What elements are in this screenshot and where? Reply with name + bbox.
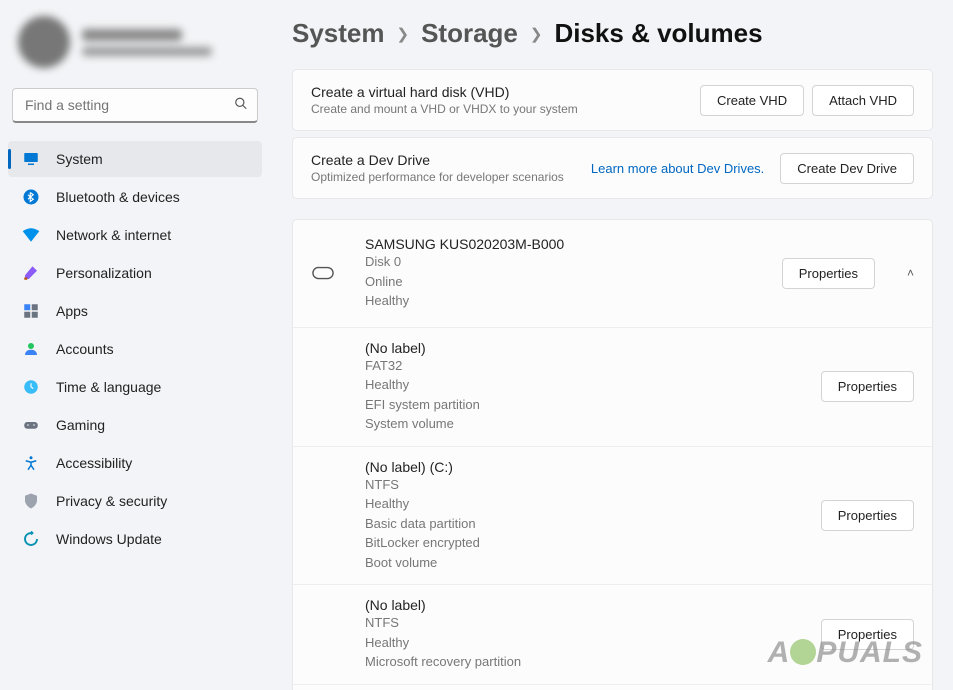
accessibility-icon xyxy=(22,454,40,472)
sidebar-item-privacy[interactable]: Privacy & security xyxy=(8,483,262,519)
nav-list: System Bluetooth & devices Network & int… xyxy=(8,135,262,557)
sidebar-item-apps[interactable]: Apps xyxy=(8,293,262,329)
sidebar-item-network[interactable]: Network & internet xyxy=(8,217,262,253)
volume-row: (No label) NTFS Healthy Microsoft recove… xyxy=(293,585,932,685)
disk-header[interactable]: SAMSUNG KUS020203M-B000 Disk 0 Online He… xyxy=(293,220,932,328)
volume-row: (No label) FAT32 Healthy EFI system part… xyxy=(293,328,932,447)
gaming-icon xyxy=(22,416,40,434)
disk-icon xyxy=(311,266,335,280)
disk-section: SAMSUNG KUS020203M-B000 Disk 0 Online He… xyxy=(292,219,933,690)
profile-email xyxy=(82,47,212,56)
profile-header[interactable] xyxy=(8,10,262,88)
nav-label: System xyxy=(56,151,103,167)
breadcrumb-system[interactable]: System xyxy=(292,18,385,49)
volume-properties-button[interactable]: Properties xyxy=(821,500,914,531)
apps-icon xyxy=(22,302,40,320)
volume-properties-button[interactable]: Properties xyxy=(821,371,914,402)
dev-sub: Optimized performance for developer scen… xyxy=(311,170,579,184)
create-dev-drive-button[interactable]: Create Dev Drive xyxy=(780,153,914,184)
bluetooth-icon xyxy=(22,188,40,206)
breadcrumb-storage[interactable]: Storage xyxy=(421,18,518,49)
volume-meta: NTFS Healthy Basic data partition BitLoc… xyxy=(365,475,803,573)
wifi-icon xyxy=(22,226,40,244)
nav-label: Time & language xyxy=(56,379,161,395)
system-icon xyxy=(22,150,40,168)
sidebar-item-accessibility[interactable]: Accessibility xyxy=(8,445,262,481)
nav-label: Personalization xyxy=(56,265,152,281)
sidebar-item-gaming[interactable]: Gaming xyxy=(8,407,262,443)
breadcrumb: System ❯ Storage ❯ Disks & volumes xyxy=(292,18,933,49)
chevron-right-icon: ❯ xyxy=(397,25,410,43)
nav-label: Network & internet xyxy=(56,227,171,243)
account-icon xyxy=(22,340,40,358)
nav-label: Windows Update xyxy=(56,531,162,547)
vhd-title: Create a virtual hard disk (VHD) xyxy=(311,84,688,100)
volume-meta: NTFS Healthy Microsoft recovery partitio… xyxy=(365,613,803,672)
vhd-card: Create a virtual hard disk (VHD) Create … xyxy=(292,69,933,131)
volume-row: Windows RE tools NTFS Properties xyxy=(293,685,932,690)
sidebar-item-system[interactable]: System xyxy=(8,141,262,177)
nav-label: Apps xyxy=(56,303,88,319)
vhd-sub: Create and mount a VHD or VHDX to your s… xyxy=(311,102,688,116)
disk-meta: Disk 0 Online Healthy xyxy=(365,252,764,311)
sidebar-item-personalization[interactable]: Personalization xyxy=(8,255,262,291)
time-icon xyxy=(22,378,40,396)
disk-name: SAMSUNG KUS020203M-B000 xyxy=(365,236,764,252)
dev-title: Create a Dev Drive xyxy=(311,152,579,168)
search-input[interactable] xyxy=(12,88,258,123)
search-box xyxy=(12,88,258,123)
dev-drive-learn-link[interactable]: Learn more about Dev Drives. xyxy=(591,161,764,176)
sidebar-item-bluetooth[interactable]: Bluetooth & devices xyxy=(8,179,262,215)
volume-row: (No label) (C:) NTFS Healthy Basic data … xyxy=(293,447,932,586)
volume-name: (No label) xyxy=(365,340,803,356)
sidebar: System Bluetooth & devices Network & int… xyxy=(0,0,270,690)
volume-meta: FAT32 Healthy EFI system partition Syste… xyxy=(365,356,803,434)
disk-properties-button[interactable]: Properties xyxy=(782,258,875,289)
attach-vhd-button[interactable]: Attach VHD xyxy=(812,85,914,116)
shield-icon xyxy=(22,492,40,510)
sidebar-item-accounts[interactable]: Accounts xyxy=(8,331,262,367)
chevron-right-icon: ❯ xyxy=(530,25,543,43)
nav-label: Privacy & security xyxy=(56,493,167,509)
volume-name: (No label) xyxy=(365,597,803,613)
nav-label: Bluetooth & devices xyxy=(56,189,180,205)
profile-name xyxy=(82,29,182,41)
main-content: System ❯ Storage ❯ Disks & volumes Creat… xyxy=(270,0,953,690)
nav-label: Gaming xyxy=(56,417,105,433)
breadcrumb-current: Disks & volumes xyxy=(554,18,762,49)
nav-label: Accessibility xyxy=(56,455,132,471)
volume-properties-button[interactable]: Properties xyxy=(821,619,914,650)
brush-icon xyxy=(22,264,40,282)
dev-drive-card: Create a Dev Drive Optimized performance… xyxy=(292,137,933,199)
chevron-up-icon[interactable]: ˄ xyxy=(907,266,914,280)
sidebar-item-update[interactable]: Windows Update xyxy=(8,521,262,557)
avatar xyxy=(18,16,70,68)
create-vhd-button[interactable]: Create VHD xyxy=(700,85,804,116)
volume-name: (No label) (C:) xyxy=(365,459,803,475)
sidebar-item-time[interactable]: Time & language xyxy=(8,369,262,405)
update-icon xyxy=(22,530,40,548)
nav-label: Accounts xyxy=(56,341,114,357)
search-icon xyxy=(234,96,248,115)
